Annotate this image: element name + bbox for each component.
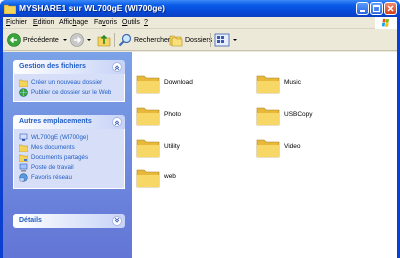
dropdown-arrow-icon[interactable] — [62, 37, 68, 43]
globe-icon — [19, 87, 28, 97]
search-label: Rechercher — [134, 36, 171, 44]
file-tasks-header[interactable]: Gestion des fichiers — [13, 60, 125, 74]
place-device[interactable]: WL700gE (Wl700ge) — [14, 132, 124, 142]
collapse-chevron-icon[interactable] — [112, 62, 122, 72]
place-shared-documents[interactable]: Documents partagés — [14, 152, 124, 162]
title-bar[interactable]: MYSHARE1 sur WL700gE (Wl700ge) — [0, 0, 400, 17]
search-button[interactable]: Rechercher — [118, 32, 170, 48]
other-places-title: Autres emplacements — [19, 118, 92, 125]
folder-item[interactable]: Utility — [136, 136, 246, 160]
menu-outils[interactable]: Outils — [122, 19, 140, 26]
folder-item[interactable]: Photo — [136, 104, 246, 128]
toolbar: Précédente Rechercher Dossiers — [3, 29, 397, 51]
back-button[interactable]: Précédente — [7, 32, 68, 48]
new-folder-icon — [19, 79, 28, 87]
folder-icon — [256, 107, 280, 126]
menu-bar: Fichier Edition Affichage Favoris Outils… — [3, 17, 397, 29]
back-label: Précédente — [23, 36, 59, 44]
up-folder-button[interactable] — [97, 32, 111, 48]
folder-item[interactable]: USBCopy — [256, 104, 366, 128]
folder-icon — [136, 139, 160, 158]
dropdown-arrow-icon[interactable] — [232, 37, 238, 43]
place-my-computer[interactable]: Poste de travail — [14, 162, 124, 172]
place-network[interactable]: Favoris réseau — [14, 172, 124, 182]
minimize-button[interactable] — [356, 2, 369, 15]
new-folder-task[interactable]: Créer un nouveau dossier — [14, 77, 124, 87]
dropdown-arrow-icon[interactable] — [86, 37, 92, 43]
maximize-button[interactable] — [370, 2, 383, 15]
close-button[interactable] — [384, 2, 397, 15]
window-title: MYSHARE1 sur WL700gE (Wl700ge) — [19, 3, 165, 13]
forward-arrow-icon — [70, 33, 84, 47]
menu-favoris[interactable]: Favoris — [94, 19, 117, 26]
folders-label: Dossiers — [185, 36, 213, 44]
menu-help[interactable]: ? — [144, 19, 148, 26]
task-pane: Gestion des fichiers Créer un nouveau do… — [3, 52, 132, 258]
folder-icon — [136, 75, 160, 94]
menu-fichier[interactable]: Fichier — [6, 19, 27, 26]
toolbar-separator — [210, 33, 211, 47]
windows-logo — [375, 17, 397, 29]
folder-icon — [256, 75, 280, 94]
folder-icon — [136, 169, 160, 188]
shared-folder-icon — [19, 154, 28, 162]
up-folder-icon — [97, 34, 111, 47]
other-places-header[interactable]: Autres emplacements — [13, 115, 125, 129]
search-icon — [118, 33, 132, 47]
file-tasks-panel: Gestion des fichiers Créer un nouveau do… — [13, 60, 125, 102]
back-arrow-icon — [7, 33, 21, 47]
close-icon — [387, 5, 394, 12]
menu-affichage[interactable]: Affichage — [59, 19, 88, 26]
other-places-body: WL700gE (Wl700ge) Mes documents Document… — [13, 129, 125, 189]
folder-icon — [136, 107, 160, 126]
forward-button[interactable] — [70, 32, 92, 48]
explorer-window: MYSHARE1 sur WL700gE (Wl700ge) Fichier E… — [0, 0, 400, 258]
views-icon — [214, 33, 230, 47]
network-places-icon — [19, 172, 28, 182]
folder-item[interactable]: Video — [256, 136, 366, 160]
content-area: Gestion des fichiers Créer un nouveau do… — [3, 52, 397, 258]
window-body: Fichier Edition Affichage Favoris Outils… — [3, 17, 397, 258]
views-button[interactable] — [214, 32, 238, 48]
folder-item[interactable]: Music — [256, 72, 366, 96]
file-tasks-body: Créer un nouveau dossier Publier ce doss… — [13, 74, 125, 102]
my-documents-icon — [19, 144, 28, 152]
publish-web-task[interactable]: Publier ce dossier sur le Web — [14, 87, 124, 97]
file-tasks-title: Gestion des fichiers — [19, 63, 86, 70]
minimize-icon — [360, 10, 365, 12]
folder-icon — [4, 4, 16, 14]
folder-item[interactable]: web — [136, 166, 246, 190]
toolbar-separator — [114, 33, 115, 47]
computer-icon — [19, 163, 28, 171]
folders-icon — [169, 35, 183, 47]
details-header[interactable]: Détails — [13, 214, 125, 228]
details-title: Détails — [19, 217, 42, 224]
maximize-icon — [372, 4, 381, 13]
folder-icon — [256, 139, 280, 158]
details-panel: Détails — [13, 214, 125, 228]
folders-button[interactable]: Dossiers — [169, 32, 212, 48]
collapse-chevron-icon[interactable] — [112, 117, 122, 127]
menu-edition[interactable]: Edition — [33, 19, 54, 26]
other-places-panel: Autres emplacements WL700gE (Wl700ge) Me — [13, 115, 125, 189]
expand-chevron-icon[interactable] — [112, 216, 122, 226]
folder-item[interactable]: Download — [136, 72, 246, 96]
place-my-documents[interactable]: Mes documents — [14, 142, 124, 152]
network-computer-icon — [19, 133, 28, 141]
